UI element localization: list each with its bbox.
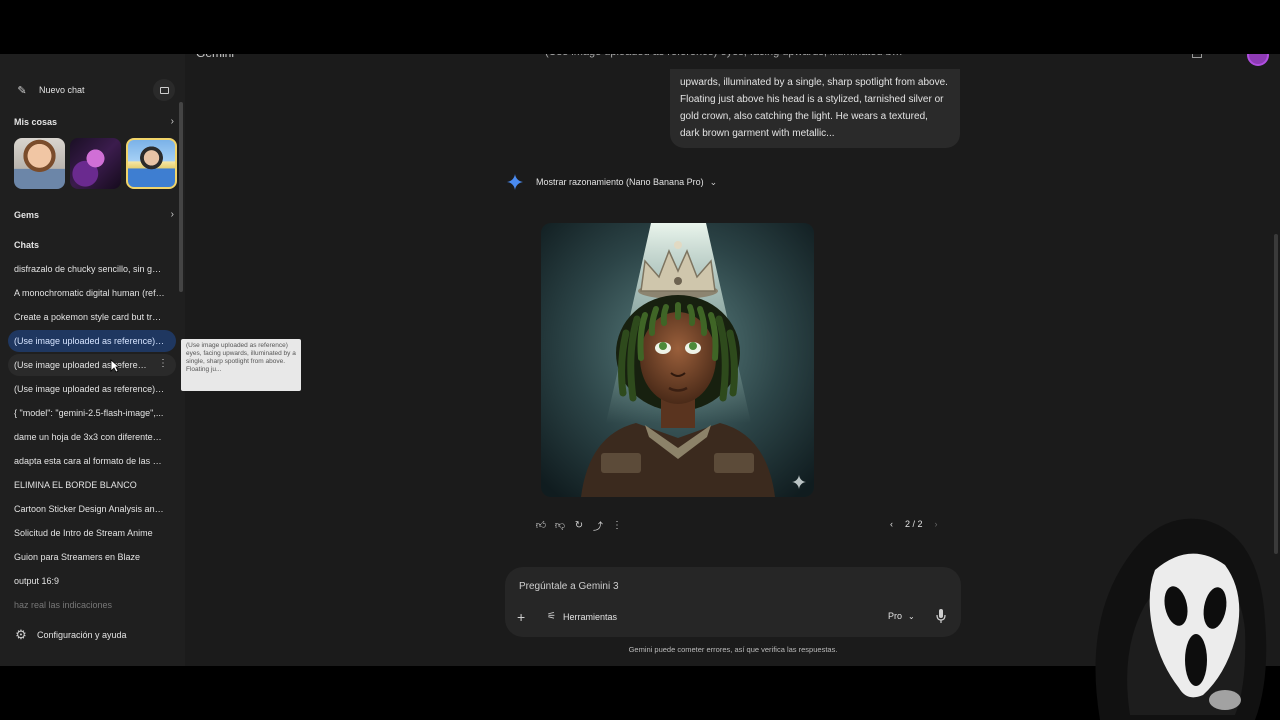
ai-watermark-icon (792, 475, 806, 489)
chat-item-label: { "model": "gemini-2.5-flash-image",... (14, 408, 164, 418)
chat-item-active[interactable]: (Use image uploaded as reference) e... (8, 330, 176, 352)
temporary-chat-icon (159, 86, 169, 94)
chat-item[interactable]: { "model": "gemini-2.5-flash-image",... (8, 402, 176, 424)
gemini-sparkle-icon (507, 174, 523, 190)
draft-pager: ‹ 2 / 2 › (890, 519, 938, 529)
sidebar: ✎ Nuevo chat Mis cosas › Gems › Chats di… (0, 54, 185, 666)
chat-item-label: Guion para Streamers en Blaze (14, 552, 141, 562)
chat-item[interactable]: disfrazalo de chucky sencillo, sin gaf..… (8, 258, 176, 280)
chat-item-hovered[interactable]: (Use image uploaded as referen... ⋮ (8, 354, 176, 376)
my-things-label: Mis cosas (14, 116, 58, 127)
new-chat-label: Nuevo chat (39, 85, 85, 95)
chat-title-tooltip: (Use image uploaded as reference) eyes, … (181, 339, 301, 391)
chats-header: Chats (14, 240, 174, 250)
chat-item[interactable]: dame un hoja de 3x3 con diferentes e... (8, 426, 176, 448)
new-chat-button[interactable]: ✎ Nuevo chat (8, 79, 176, 101)
add-attachment-icon[interactable]: + (517, 609, 525, 625)
thumbnail-card-character[interactable] (126, 138, 177, 189)
my-things-header[interactable]: Mis cosas › (14, 116, 174, 127)
mouse-cursor-icon (110, 359, 120, 373)
chat-item[interactable]: Guion para Streamers en Blaze (8, 546, 176, 568)
reasoning-label: Mostrar razonamiento (Nano Banana Pro) (536, 177, 704, 187)
chat-item-label: (Use image uploaded as reference) e... (14, 336, 166, 346)
chat-item-label: (Use image uploaded as referen... (14, 360, 149, 370)
chat-item[interactable]: adapta esta cara al formato de las ca... (8, 450, 176, 472)
thumbnail-purple-figure[interactable] (70, 138, 121, 189)
chat-item[interactable]: Cartoon Sticker Design Analysis and ... (8, 498, 176, 520)
chat-item[interactable]: output 16:9 (8, 570, 176, 592)
chat-item-label: Create a pokemon style card but trad... (14, 312, 166, 322)
chat-item[interactable]: A monochromatic digital human (refe... (8, 282, 176, 304)
chat-item-label: output 16:9 (14, 576, 60, 586)
chat-item-label: disfrazalo de chucky sencillo, sin gaf..… (14, 264, 166, 274)
chat-item-label: haz real las indicaciones (14, 600, 113, 610)
my-things-thumbnails (14, 138, 177, 189)
thumbnail-cartoon-boy[interactable] (14, 138, 65, 189)
chat-item-label: ELIMINA EL BORDE BLANCO (14, 480, 137, 490)
chat-item-label: A monochromatic digital human (refe... (14, 288, 166, 298)
chat-item-label: adapta esta cara al formato de las ca... (14, 456, 166, 466)
generated-portrait-illustration (541, 223, 814, 497)
chevron-right-icon: › (170, 116, 174, 127)
model-label: Pro (888, 611, 903, 621)
gear-icon: ⚙ (15, 627, 27, 642)
more-options-icon[interactable]: ⋮ (611, 519, 623, 531)
tools-button[interactable]: ⚟ Herramientas (547, 611, 617, 622)
disclaimer-text: Gemini puede cometer errores, así que ve… (628, 645, 838, 654)
letterbox-mask (0, 0, 1280, 54)
chevron-right-icon: › (170, 209, 174, 220)
chats-label: Chats (14, 240, 40, 250)
edit-icon: ✎ (17, 84, 27, 97)
user-message-bubble: upwards, illuminated by a single, sharp … (670, 69, 960, 148)
tools-label: Herramientas (563, 611, 618, 622)
chat-item-label: dame un hoja de 3x3 con diferentes e... (14, 432, 166, 442)
draft-counter: 2 / 2 (905, 519, 923, 529)
chat-item-label: (Use image uploaded as reference) e... (14, 384, 166, 394)
settings-label: Configuración y ayuda (37, 630, 127, 640)
response-actions: 👍︎ 👎︎ ↻ ⤴ ⋮ (535, 519, 623, 533)
show-reasoning-toggle[interactable]: Mostrar razonamiento (Nano Banana Pro) ⌄ (507, 174, 717, 190)
chat-item-label: Cartoon Sticker Design Analysis and ... (14, 504, 166, 514)
next-draft-icon[interactable]: › (935, 519, 938, 529)
chat-item[interactable]: (Use image uploaded as reference) e... (8, 378, 176, 400)
chevron-down-icon: ⌄ (709, 176, 718, 187)
gems-label: Gems (14, 209, 40, 220)
chat-item[interactable]: ELIMINA EL BORDE BLANCO (8, 474, 176, 496)
share-icon[interactable]: ⤴ (592, 519, 604, 533)
chat-item[interactable]: Solicitud de Intro de Stream Anime (8, 522, 176, 544)
tools-sliders-icon: ⚟ (547, 611, 556, 622)
main-scrollbar[interactable] (1274, 234, 1278, 554)
microphone-icon[interactable] (936, 609, 946, 623)
settings-and-help-button[interactable]: ⚙ Configuración y ayuda (14, 627, 127, 642)
gems-header[interactable]: Gems › (14, 209, 174, 220)
chat-item-label: Solicitud de Intro de Stream Anime (14, 528, 153, 538)
streamer-ghostface-overlay (1095, 518, 1267, 720)
sidebar-scrollbar[interactable] (179, 102, 183, 292)
generated-image[interactable] (541, 223, 814, 497)
prompt-input[interactable]: Pregúntale a Gemini 3 (519, 581, 619, 592)
temporary-chat-button[interactable] (153, 79, 175, 101)
regenerate-icon[interactable]: ↻ (573, 519, 585, 531)
chevron-down-icon: ⌄ (908, 611, 915, 621)
chat-item[interactable]: Create a pokemon style card but trad... (8, 306, 176, 328)
prompt-composer[interactable]: Pregúntale a Gemini 3 + ⚟ Herramientas P… (505, 567, 961, 637)
chat-item[interactable]: haz real las indicaciones (8, 594, 176, 616)
thumbs-down-icon[interactable]: 👎︎ (554, 519, 566, 531)
thumbs-up-icon[interactable]: 👍︎ (535, 519, 547, 531)
model-selector[interactable]: Pro ⌄ (888, 611, 915, 621)
previous-draft-icon[interactable]: ‹ (890, 519, 893, 529)
more-options-icon[interactable]: ⋮ (158, 359, 168, 369)
